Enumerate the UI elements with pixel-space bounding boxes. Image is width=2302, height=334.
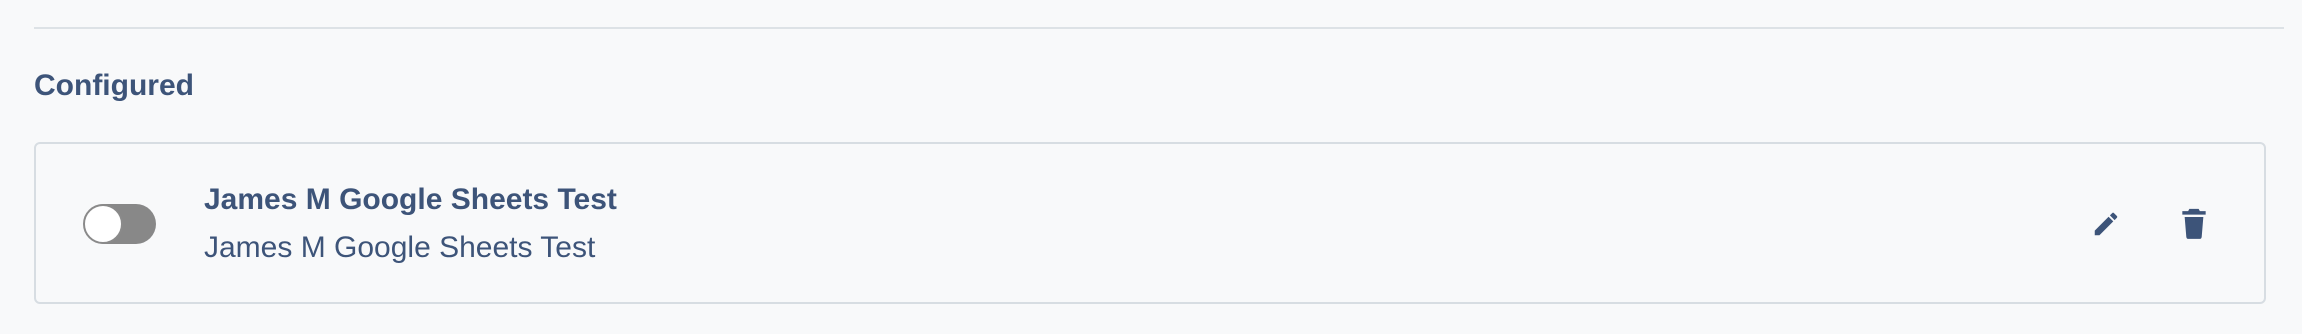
integration-card: James M Google Sheets Test James M Googl… bbox=[34, 142, 2266, 304]
edit-button[interactable] bbox=[2084, 202, 2128, 246]
integrations-page: Configured James M Google Sheets Test Ja… bbox=[0, 0, 2302, 334]
integration-enabled-toggle[interactable] bbox=[83, 204, 156, 244]
trash-icon bbox=[2180, 207, 2208, 241]
configured-section-heading: Configured bbox=[34, 69, 194, 102]
toggle-knob bbox=[83, 204, 123, 244]
integration-title: James M Google Sheets Test bbox=[204, 183, 617, 216]
delete-button[interactable] bbox=[2172, 202, 2216, 246]
section-divider bbox=[34, 27, 2284, 29]
pencil-icon bbox=[2091, 209, 2121, 239]
integration-subtitle: James M Google Sheets Test bbox=[204, 231, 596, 264]
